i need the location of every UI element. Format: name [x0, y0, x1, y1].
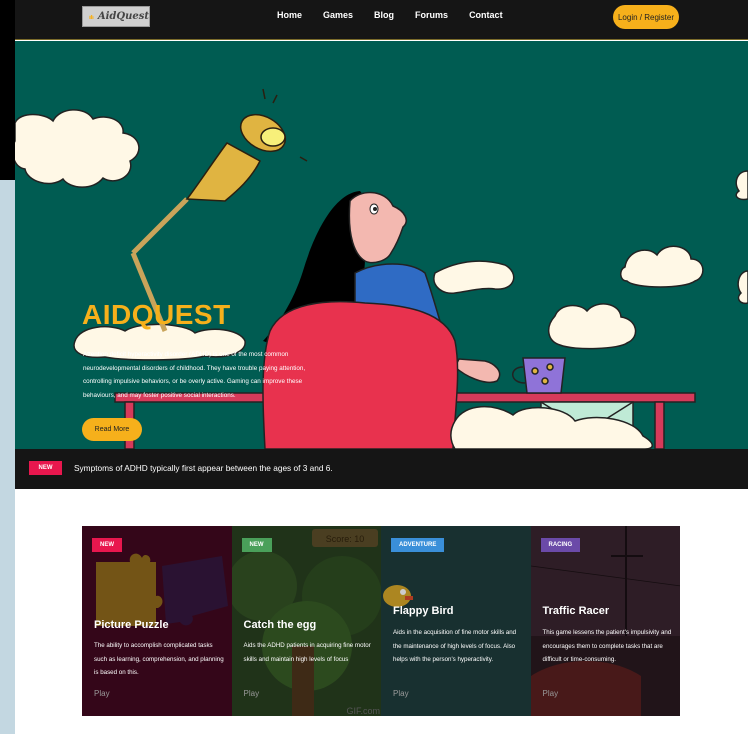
cloud-right-top [620, 245, 704, 288]
flappy-bird-art [381, 526, 531, 716]
news-ticker: NEW Symptoms of ADHD typically first app… [15, 449, 748, 489]
cloud-edge [735, 170, 748, 305]
hero-title: AIDQUEST [82, 299, 231, 330]
game-badge: NEW [241, 538, 272, 552]
game-title[interactable]: Picture Puzzle [94, 619, 169, 631]
play-link[interactable]: Play [543, 689, 559, 698]
desk-lamp [130, 88, 308, 332]
login-register-button[interactable]: Login / Register [613, 5, 679, 29]
game-title[interactable]: Traffic Racer [543, 605, 610, 617]
game-description: This game lessens the patient's impulsiv… [542, 629, 672, 663]
nav-forums[interactable]: Forums [415, 10, 448, 20]
read-more-button[interactable]: Read More [82, 418, 142, 441]
play-link[interactable]: Play [393, 689, 409, 698]
hero-section: AIDQUEST Attention deficit hyperactivity… [15, 41, 748, 449]
game-description: Aids in the acquisition of fine motor sk… [393, 629, 517, 663]
play-link[interactable]: Play [94, 689, 110, 698]
traffic-racer-art [530, 526, 680, 716]
game-badge: RACING [540, 538, 581, 552]
nav-games[interactable]: Games [323, 10, 353, 20]
nav-links: Home Games Blog Forums Contact [277, 10, 524, 20]
ticker-text[interactable]: Symptoms of ADHD typically first appear … [74, 463, 333, 473]
page-left-gutter [0, 180, 15, 734]
game-badge: NEW [92, 538, 122, 552]
play-link[interactable]: Play [244, 689, 260, 698]
page-left-edge [0, 0, 15, 180]
steam-cloud [548, 303, 637, 350]
cloud-left [15, 109, 140, 188]
hero-description: Attention deficit hyperactivity disorder… [83, 351, 306, 399]
wave-cloud [433, 260, 515, 294]
game-badge: ADVENTURE [391, 538, 445, 552]
games-grid: NEW Picture Puzzle The ability to accomp… [82, 526, 680, 716]
game-description: The ability to accomplish complicated ta… [94, 642, 224, 676]
game-title[interactable]: Catch the egg [244, 619, 317, 631]
game-card-flappy-bird[interactable]: ADVENTURE Flappy Bird Aids in the acquis… [381, 526, 531, 716]
ticker-badge: NEW [29, 461, 62, 475]
nav-home[interactable]: Home [277, 10, 302, 20]
game-card-picture-puzzle[interactable]: NEW Picture Puzzle The ability to accomp… [82, 526, 232, 716]
logo-icon [89, 14, 94, 19]
game-description: Aids the ADHD patients in acquiring fine… [243, 642, 371, 663]
game-title[interactable]: Flappy Bird [393, 605, 454, 617]
top-navbar: AidQuest Home Games Blog Forums Contact … [15, 0, 748, 40]
nav-contact[interactable]: Contact [469, 10, 503, 20]
nav-blog[interactable]: Blog [374, 10, 394, 20]
logo-text: AidQuest [97, 11, 149, 22]
game-card-catch-the-egg[interactable]: Score: 10 GIF.com NEW Catch the egg Aids… [231, 526, 381, 716]
game-card-traffic-racer[interactable]: RACING Traffic Racer This game lessens t… [530, 526, 680, 716]
mug [512, 357, 566, 394]
site-logo[interactable]: AidQuest [82, 6, 150, 27]
